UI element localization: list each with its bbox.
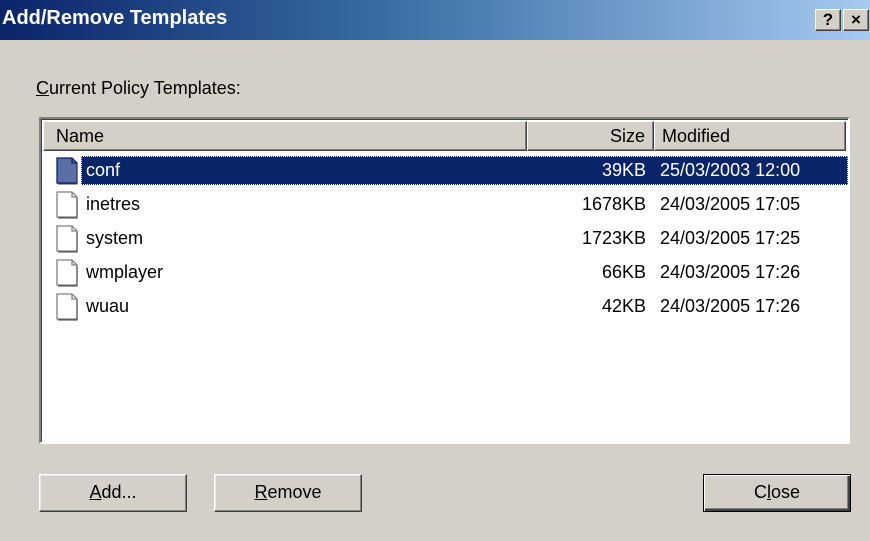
column-header-name[interactable]: Name xyxy=(43,121,527,151)
list-item[interactable]: inetres 1678KB 24/03/2005 17:05 xyxy=(43,188,848,221)
remove-button[interactable]: Remove xyxy=(214,474,362,512)
list-item-name: wmplayer xyxy=(86,262,164,282)
document-icon xyxy=(53,292,81,321)
list-item-name: wuau xyxy=(86,296,130,316)
document-icon xyxy=(53,190,81,219)
list-item-size: 42KB xyxy=(601,296,646,316)
list-item-size: 39KB xyxy=(601,160,646,180)
list-header: Name Size Modified xyxy=(43,121,848,151)
list-item-size: 66KB xyxy=(601,262,646,282)
title-bar[interactable]: Add/Remove Templates ? × xyxy=(0,0,870,40)
help-button[interactable]: ? xyxy=(815,9,841,31)
list-item[interactable]: wmplayer 66KB 24/03/2005 17:26 xyxy=(43,256,848,289)
document-icon xyxy=(53,224,81,253)
current-policy-templates-label: Current Policy Templates: xyxy=(36,78,241,98)
list-item-name: system xyxy=(86,228,144,248)
add-button[interactable]: Add... xyxy=(39,474,187,512)
list-item-modified: 24/03/2005 17:26 xyxy=(660,262,801,282)
document-icon xyxy=(53,258,81,287)
list-item[interactable]: wuau 42KB 24/03/2005 17:26 xyxy=(43,290,848,323)
document-icon xyxy=(53,156,81,185)
list-item-size: 1723KB xyxy=(581,228,646,248)
list-item-modified: 24/03/2005 17:05 xyxy=(660,194,801,214)
list-item[interactable]: system 1723KB 24/03/2005 17:25 xyxy=(43,222,848,255)
templates-list[interactable]: Name Size Modified conf 39KB 25/03/2003 12… xyxy=(39,117,850,444)
list-item-modified: 25/03/2003 12:00 xyxy=(660,160,801,180)
list-item-name: conf xyxy=(86,160,121,180)
list-item-modified: 24/03/2005 17:26 xyxy=(660,296,801,316)
list-item[interactable]: conf 39KB 25/03/2003 12:00 xyxy=(43,154,848,187)
close-window-button[interactable]: × xyxy=(843,9,869,31)
column-header-modified[interactable]: Modified xyxy=(654,121,846,151)
list-item-size: 1678KB xyxy=(581,194,646,214)
list-item-modified: 24/03/2005 17:25 xyxy=(660,228,801,248)
column-header-size[interactable]: Size xyxy=(527,121,654,151)
window-title: Add/Remove Templates xyxy=(2,7,228,29)
list-item-name: inetres xyxy=(86,194,141,214)
close-button[interactable]: Close xyxy=(703,474,851,512)
